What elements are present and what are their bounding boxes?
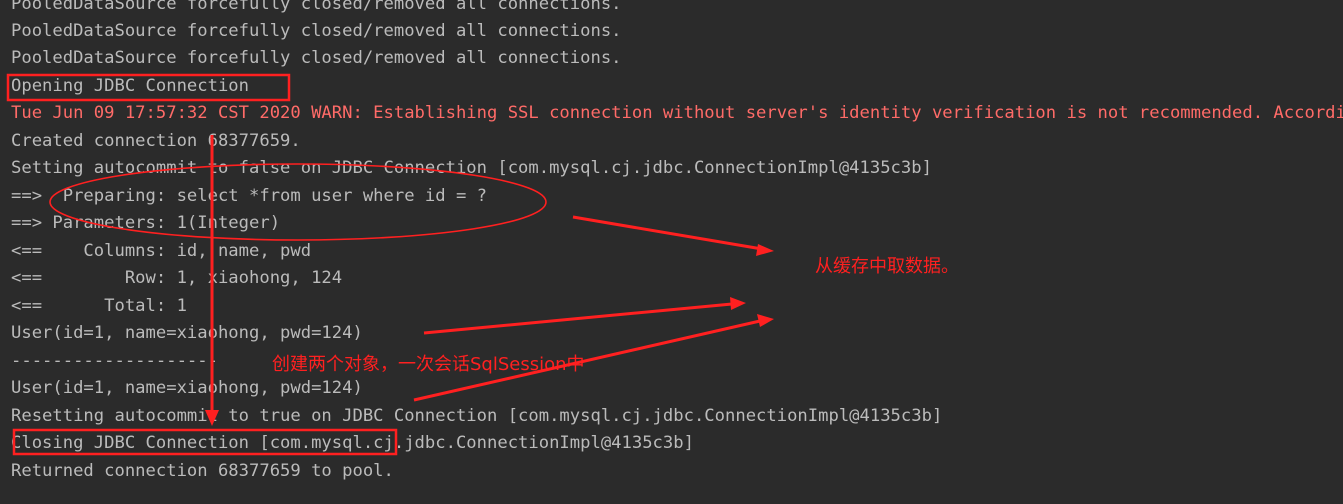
arrow-head [757, 314, 774, 327]
annotation-cache-note: 从缓存中取数据。 [815, 256, 959, 277]
arrow-to-cache-note [572, 215, 763, 251]
arrow-result-1 [423, 302, 733, 335]
annotation-layer [6, 73, 774, 456]
highlight-ellipse-query [49, 163, 547, 241]
highlight-box-opening [6, 73, 291, 102]
arrow-head [756, 244, 774, 256]
highlight-box-closing [12, 428, 398, 456]
arrow-head [730, 297, 746, 310]
arrow-down-head [205, 410, 219, 426]
annotation-session-note: 创建两个对象，一次会话SqlSession中 [272, 354, 585, 375]
